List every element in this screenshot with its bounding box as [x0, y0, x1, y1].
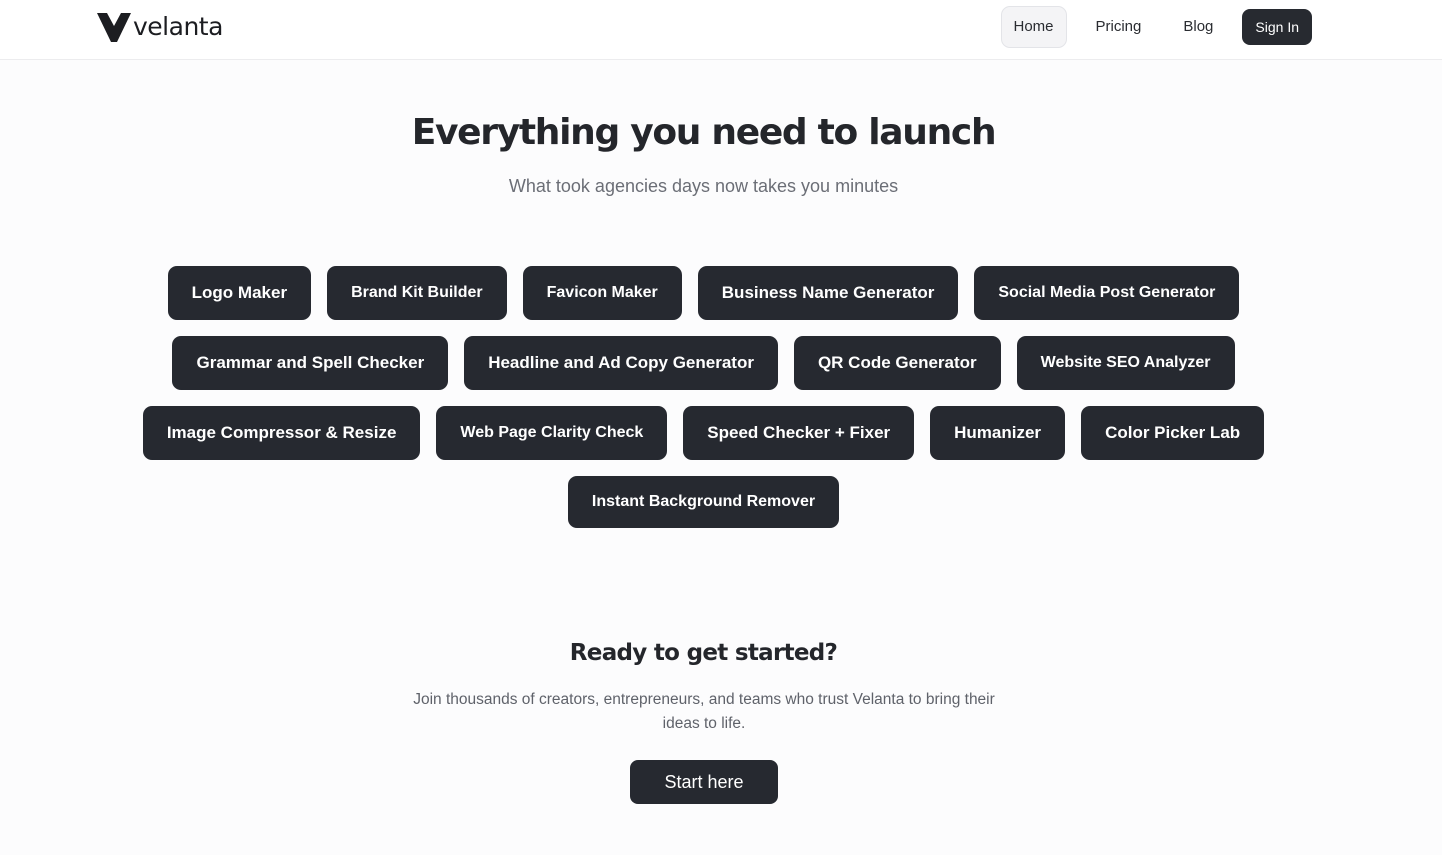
tool-humanizer[interactable]: Humanizer — [930, 406, 1066, 460]
brand-name: velanta — [133, 12, 223, 41]
cta-text: Join thousands of creators, entrepreneur… — [413, 691, 995, 732]
cta-title: Ready to get started? — [569, 640, 838, 666]
tool-social-media-post-generator[interactable]: Social Media Post Generator — [974, 266, 1240, 320]
hero-subtitle: What took agencies days now takes you mi… — [508, 176, 899, 196]
tool-grammar-spell-checker[interactable]: Grammar and Spell Checker — [172, 336, 449, 390]
start-here-button[interactable]: Start here — [630, 760, 778, 804]
tool-web-page-clarity-check[interactable]: Web Page Clarity Check — [436, 406, 668, 460]
tool-business-name-generator[interactable]: Business Name Generator — [697, 266, 959, 320]
tool-speed-checker-fixer[interactable]: Speed Checker + Fixer — [683, 406, 915, 460]
tool-website-seo-analyzer[interactable]: Website SEO Analyzer — [1016, 336, 1235, 390]
v-logo-icon — [97, 13, 131, 42]
tool-instant-background-remover[interactable]: Instant Background Remover — [567, 476, 840, 528]
tool-favicon-maker[interactable]: Favicon Maker — [522, 266, 682, 320]
nav-pricing[interactable]: Pricing — [1083, 6, 1155, 48]
hero-title: Everything you need to launch — [411, 112, 997, 153]
tool-headline-ad-copy-generator[interactable]: Headline and Ad Copy Generator — [464, 336, 778, 390]
brand-logo[interactable]: velanta — [96, 11, 223, 43]
nav-home[interactable]: Home — [1000, 6, 1067, 48]
tool-color-picker-lab[interactable]: Color Picker Lab — [1081, 406, 1265, 460]
site-header: velanta Home Pricing Blog Sign In — [0, 0, 1442, 60]
tool-row: Logo Maker Brand Kit Builder Favicon Mak… — [0, 266, 1407, 320]
tool-row: Image Compressor & Resize Web Page Clari… — [0, 406, 1407, 460]
nav-blog[interactable]: Blog — [1170, 6, 1226, 48]
main-nav: Home Pricing Blog Sign In — [985, 6, 1312, 48]
tool-brand-kit-builder[interactable]: Brand Kit Builder — [327, 266, 507, 320]
tool-row: Grammar and Spell Checker Headline and A… — [0, 336, 1407, 390]
tool-row: Instant Background Remover — [0, 476, 1407, 528]
tool-qr-code-generator[interactable]: QR Code Generator — [793, 336, 1001, 390]
tool-logo-maker[interactable]: Logo Maker — [167, 266, 312, 320]
sign-in-button[interactable]: Sign In — [1242, 9, 1312, 45]
tool-image-compressor-resize[interactable]: Image Compressor & Resize — [142, 406, 421, 460]
tool-list: Logo Maker Brand Kit Builder Favicon Mak… — [0, 266, 1407, 544]
